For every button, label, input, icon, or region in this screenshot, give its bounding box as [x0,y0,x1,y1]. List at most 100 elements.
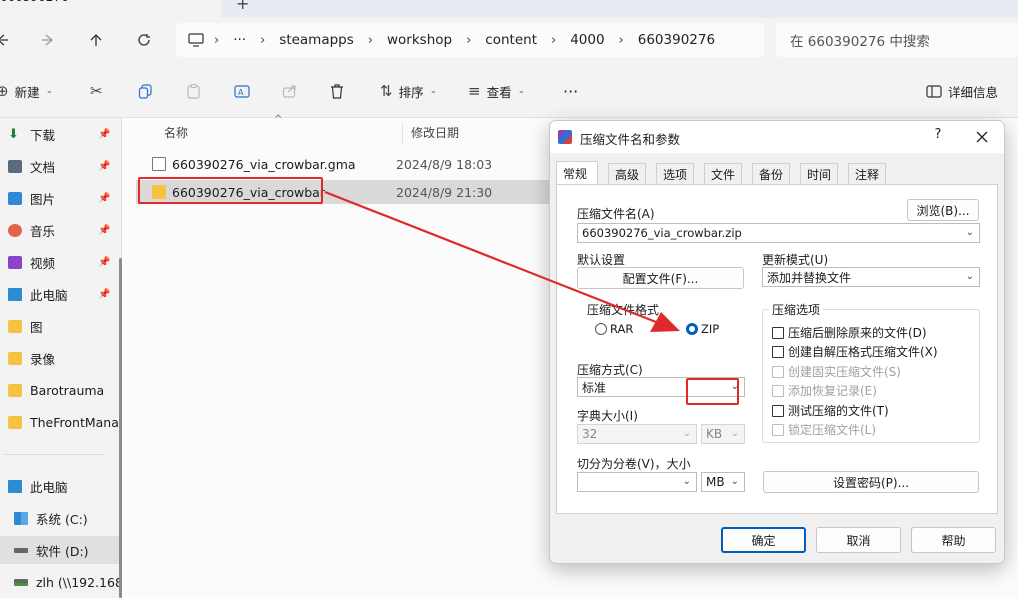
more-options-button[interactable]: ··· [563,80,578,102]
new-tab-button[interactable]: + [236,0,249,13]
format-rar-radio[interactable]: RAR [595,322,633,336]
split-size-input[interactable]: ⌄ [577,472,697,492]
breadcrumb-steamapps[interactable]: steamapps [279,32,354,48]
forward-button[interactable] [36,28,60,52]
sidebar-item-downloads[interactable]: ⬇ 下载 📌 [0,120,120,148]
chevron-down-icon[interactable]: ⌄ [966,227,974,238]
tab-advanced[interactable]: 高级 [608,163,647,185]
details-pane-button[interactable]: 详细信息 [926,80,998,102]
tab-files[interactable]: 文件 [704,163,743,185]
sidebar-item-music[interactable]: 音乐 📌 [0,216,120,244]
update-mode-select[interactable]: 添加并替换文件 ⌄ [762,267,980,287]
share-button[interactable] [282,80,297,102]
sidebar-item-folder-tu[interactable]: 图 [0,312,120,340]
sidebar-item-network-drive[interactable]: zlh (\\192.168 [0,568,120,596]
trash-icon [331,83,343,99]
help-button[interactable]: ? [928,127,948,147]
format-group-title: 压缩文件格式 [584,301,663,318]
delete-after-checkbox[interactable]: 压缩后删除原来的文件(D) [772,324,927,341]
method-label: 压缩方式(C) [577,363,643,377]
pin-icon: 📌 [98,128,111,140]
column-divider[interactable] [402,122,403,144]
dictionary-unit-select[interactable]: KB ⌄ [701,424,745,444]
sidebar-item-videos[interactable]: 视频 📌 [0,248,120,276]
chevron-down-icon: ⌄ [45,86,54,96]
test-archive-checkbox[interactable]: 测试压缩的文件(T) [772,402,889,419]
recovery-record-checkbox[interactable]: 添加恢复记录(E) [772,382,877,399]
sidebar-item-drive-d[interactable]: 软件 (D:) [0,536,120,564]
share-icon [282,84,296,98]
sfx-checkbox[interactable]: 创建自解压格式压缩文件(X) [772,343,938,360]
sidebar-item-label: 系统 (C:) [36,511,88,527]
sort-icon: ⇅ [380,82,393,100]
sidebar-item-folder-barotrauma[interactable]: Barotrauma [0,376,120,404]
help-footer-button[interactable]: 帮助 [911,527,996,553]
sidebar-item-folder-thefrontmana[interactable]: TheFrontMana [0,408,120,436]
chevron-down-icon: ⌄ [429,86,438,96]
breadcrumb-content[interactable]: content [485,32,537,48]
sidebar-item-this-pc[interactable]: 此电脑 📌 [0,280,120,308]
computer-icon [8,287,22,301]
split-label: 切分为分卷(V)，大小 [577,457,691,471]
up-button[interactable] [84,28,108,52]
column-header-modified[interactable]: 修改日期 [411,124,459,141]
rename-button[interactable]: A [234,80,250,102]
up-arrow-icon [90,34,102,46]
sidebar-item-documents[interactable]: 文档 📌 [0,152,120,180]
split-unit-select[interactable]: MB ⌄ [701,472,745,492]
set-password-button[interactable]: 设置密码(P)... [763,471,979,493]
search-input[interactable]: 在 660390276 中搜索 [776,23,1018,57]
copy-button[interactable] [138,80,153,102]
tab-comment[interactable]: 注释 [848,163,887,185]
folder-icon [8,383,22,397]
view-button[interactable]: ≡ 查看 ⌄ [468,80,525,102]
update-mode-label: 更新模式(U) [762,253,829,267]
dictionary-value: 32 [582,427,598,441]
new-button[interactable]: ⊕ 新建 ⌄ [0,80,53,102]
ok-button[interactable]: 确定 [721,527,806,553]
breadcrumb-ellipsis[interactable]: ··· [233,32,246,48]
cut-button[interactable]: ✂ [90,80,109,102]
radio-label: RAR [610,322,634,336]
tab-time[interactable]: 时间 [800,163,839,185]
tab-general[interactable]: 常规 [556,161,598,185]
refresh-button[interactable] [132,28,156,52]
close-button[interactable] [970,125,994,149]
tab-backup[interactable]: 备份 [752,163,791,185]
checkbox-label: 创建自解压格式压缩文件(X) [788,345,938,359]
tab-options[interactable]: 选项 [656,163,695,185]
checkbox-icon [772,326,784,339]
address-bar[interactable]: › ··· › steamapps › workshop › content ›… [176,23,764,57]
browse-button[interactable]: 浏览(B)... [907,199,979,221]
folder-icon [8,319,22,333]
sidebar-item-folder-recordings[interactable]: 录像 [0,344,120,372]
archive-name-input[interactable]: 660390276_via_crowbar.zip ⌄ [577,223,980,243]
sidebar-item-pictures[interactable]: 图片 📌 [0,184,120,212]
breadcrumb-workshop[interactable]: workshop [387,32,452,48]
chevron-right-icon: › [260,32,266,48]
profiles-button[interactable]: 配置文件(F)... [577,267,744,289]
pin-icon: 📌 [98,160,111,172]
sidebar-item-drive-c[interactable]: 系统 (C:) [0,504,120,532]
solid-checkbox[interactable]: 创建固实压缩文件(S) [772,363,901,380]
dialog-titlebar: 压缩文件名和参数 ? [550,121,1004,153]
column-header-name[interactable]: 名称 [164,124,188,141]
scissors-icon: ✂ [90,82,103,100]
sidebar-item-this-pc-root[interactable]: 此电脑 [0,472,120,500]
pin-icon: 📌 [98,288,111,300]
sort-button[interactable]: ⇅ 排序 ⌄ [380,80,437,102]
format-zip-radio[interactable]: ZIP [686,322,719,336]
dictionary-select[interactable]: 32 ⌄ [577,424,697,444]
sidebar-item-label: zlh (\\192.168 [36,574,120,590]
lock-archive-checkbox[interactable]: 锁定压缩文件(L) [772,421,876,438]
breadcrumb-4000[interactable]: 4000 [570,32,604,48]
cancel-button[interactable]: 取消 [816,527,901,553]
rename-icon: A [234,84,250,98]
paste-button[interactable] [186,80,201,102]
back-button[interactable] [0,28,14,52]
file-row[interactable]: 660390276_via_crowbar.gma 2024/8/9 18:03 [136,152,552,176]
tab-active[interactable]: 660390276 [0,0,222,18]
breadcrumb-660390276[interactable]: 660390276 [638,32,715,48]
sidebar-item-label: TheFrontMana [30,414,119,430]
delete-button[interactable] [330,80,344,102]
